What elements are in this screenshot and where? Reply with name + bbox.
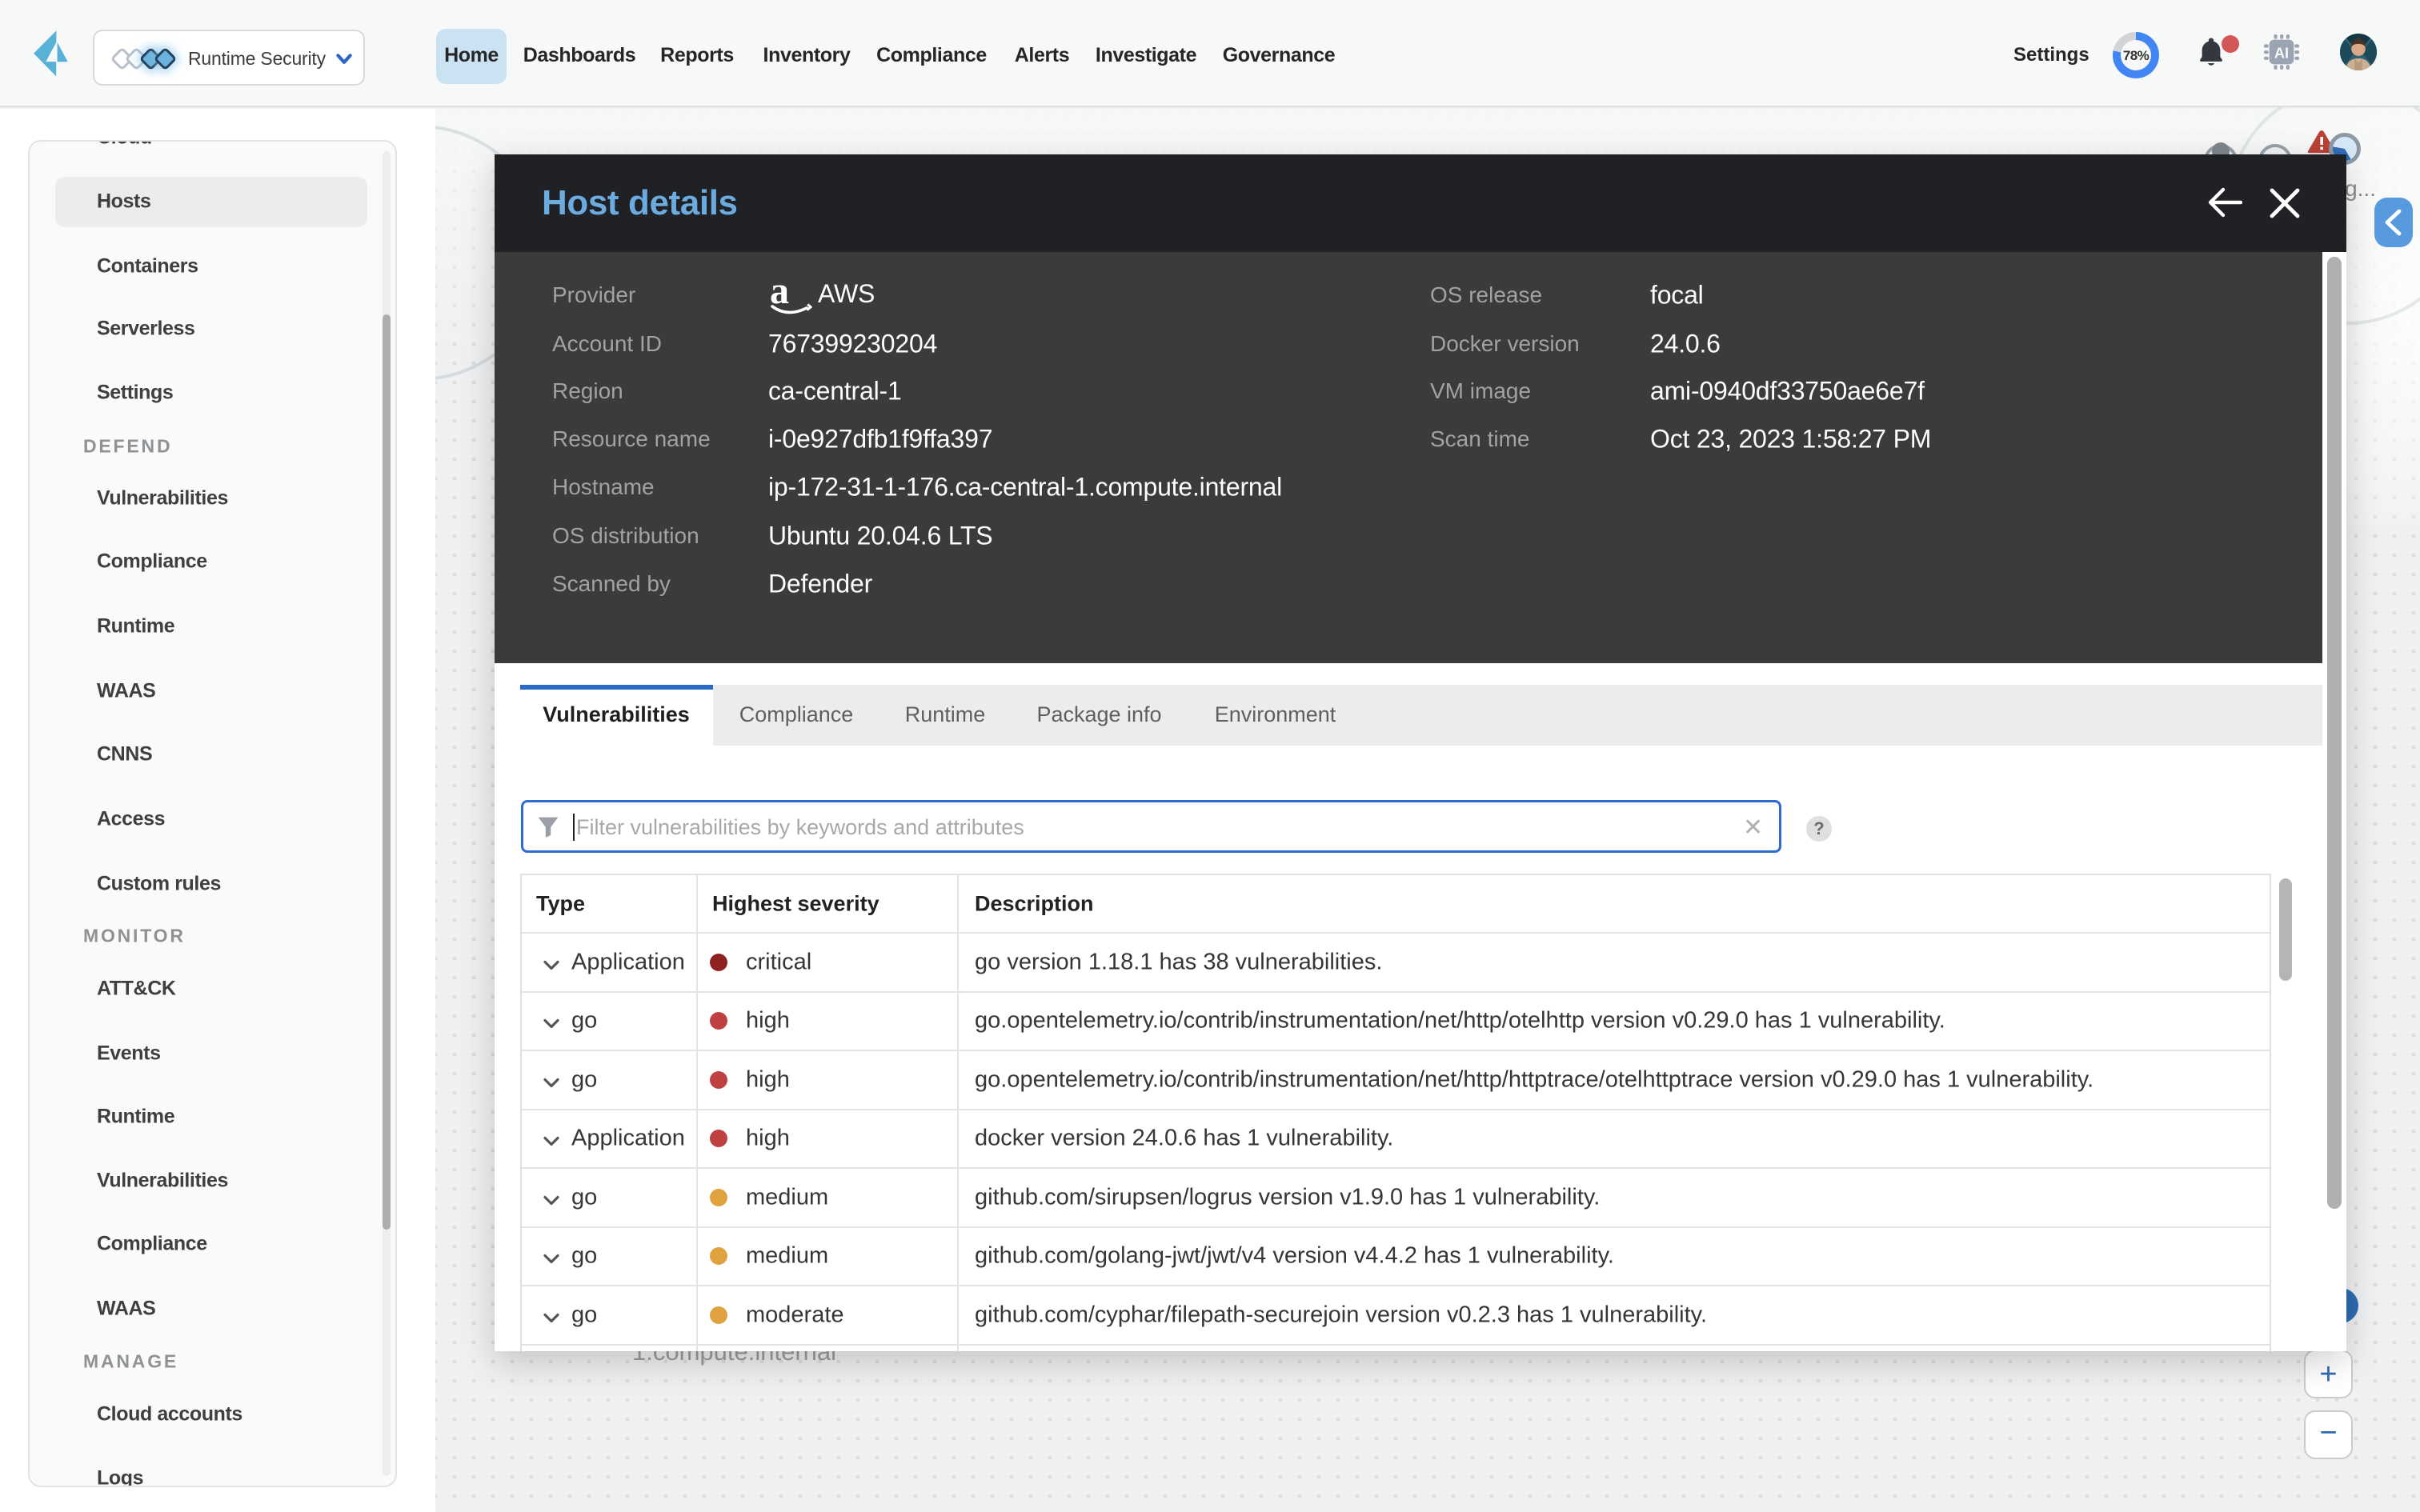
svg-text:AI: AI (2274, 46, 2289, 62)
